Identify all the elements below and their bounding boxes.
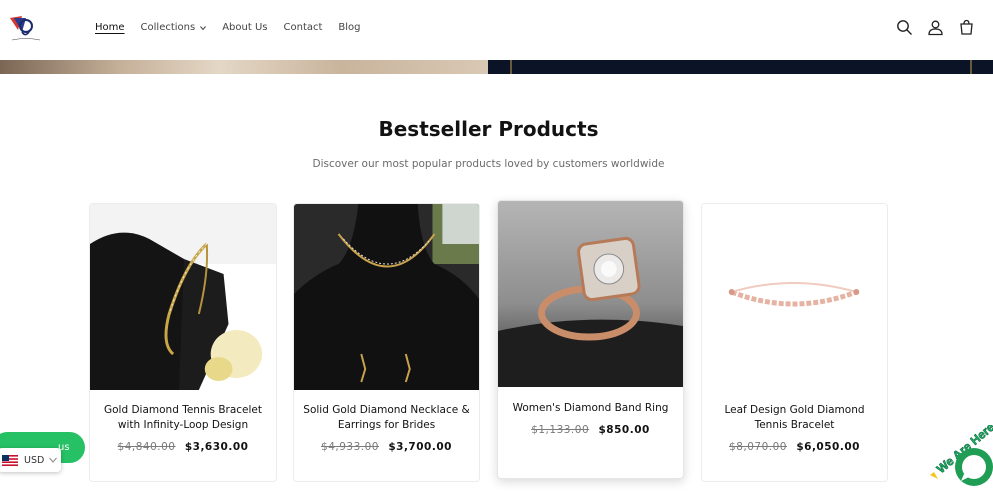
product-title[interactable]: Leaf Design Gold Diamond Tennis Bracelet <box>710 403 879 433</box>
product-card[interactable]: Gold Diamond Tennis Bracelet with Infini… <box>89 203 277 482</box>
live-chat-widget[interactable]: We Are Here <box>924 425 993 500</box>
hero-slide-image <box>0 60 488 74</box>
nav-item-contact[interactable]: Contact <box>284 22 323 33</box>
compare-at-price: $4,840.00 <box>117 441 176 453</box>
compare-at-price: $4,933.00 <box>321 441 379 453</box>
product-card[interactable]: Women's Diamond Band Ring $1,133.00 $850… <box>497 200 684 479</box>
nav-item-home[interactable]: Home <box>95 22 125 33</box>
header-actions <box>896 19 975 36</box>
product-price: $4,840.00 $3,630.00 <box>90 441 276 453</box>
nav-item-label: Collections <box>140 22 196 33</box>
section-title: Bestseller Products <box>378 117 599 141</box>
cart-icon[interactable] <box>958 19 975 36</box>
currency-selector[interactable]: USD <box>0 448 61 472</box>
search-icon[interactable] <box>896 19 913 36</box>
main-nav: Home Collections About Us Contact Blog <box>95 22 377 33</box>
product-image[interactable] <box>498 201 683 387</box>
sale-price: $3,700.00 <box>388 441 452 453</box>
nav-item-collections[interactable]: Collections <box>141 22 207 33</box>
nav-item-label: Contact <box>283 22 323 33</box>
product-title[interactable]: Women's Diamond Band Ring <box>506 401 675 416</box>
sale-price: $3,630.00 <box>184 441 249 453</box>
product-title[interactable]: Solid Gold Diamond Necklace & Earrings f… <box>302 403 471 433</box>
product-price: $8,070.00 $6,050.00 <box>702 441 887 453</box>
chevron-down-icon <box>49 457 58 463</box>
currency-code: USD <box>24 454 45 466</box>
nav-item-blog[interactable]: Blog <box>338 22 360 33</box>
compare-at-price: $1,133.00 <box>531 424 590 436</box>
product-card[interactable]: Solid Gold Diamond Necklace & Earrings f… <box>293 203 480 482</box>
hero-banner-edge <box>0 60 993 74</box>
product-card[interactable]: Leaf Design Gold Diamond Tennis Bracelet… <box>701 203 888 482</box>
nav-item-label: Blog <box>338 22 361 33</box>
compare-at-price: $8,070.00 <box>729 441 787 453</box>
hero-slide-image <box>488 60 993 74</box>
product-price: $1,133.00 $850.00 <box>498 424 683 436</box>
nav-item-label: About Us <box>222 22 268 33</box>
sale-price: $850.00 <box>598 424 650 436</box>
product-image[interactable] <box>90 204 276 390</box>
nav-item-about-us[interactable]: About Us <box>222 22 267 33</box>
account-icon[interactable] <box>927 19 944 36</box>
product-image[interactable] <box>702 204 887 390</box>
section-subtitle: Discover our most popular products loved… <box>312 158 665 170</box>
chevron-down-icon <box>200 25 207 30</box>
product-title[interactable]: Gold Diamond Tennis Bracelet with Infini… <box>98 403 268 433</box>
brand-logo[interactable] <box>8 12 44 46</box>
sale-price: $6,050.00 <box>796 441 860 453</box>
site-header: Home Collections About Us Contact Blog <box>0 0 993 60</box>
product-price: $4,933.00 $3,700.00 <box>294 441 479 453</box>
product-image[interactable] <box>294 204 479 390</box>
nav-item-label: Home <box>95 22 125 33</box>
us-flag-icon <box>2 454 18 466</box>
